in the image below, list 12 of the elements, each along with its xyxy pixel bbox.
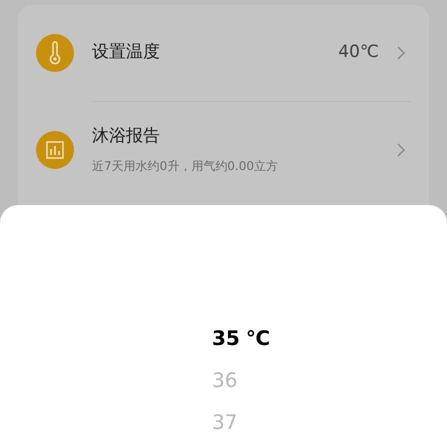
setting-value: 40℃ [338, 41, 379, 64]
setting-title: 沐浴报告 [92, 124, 161, 148]
unit-label: ℃ [246, 325, 270, 352]
setting-title: 设置温度 [92, 41, 160, 64]
settings-row[interactable]: 沐浴报告 近7天用水约0升，用气约0.00立方 [92, 101, 411, 197]
chevron-right-icon [397, 46, 405, 60]
chevron-right-icon [397, 142, 405, 156]
settings-row[interactable]: 设置温度 40℃ [36, 5, 411, 101]
chart-icon [36, 130, 74, 168]
picker-option[interactable]: 35 [212, 317, 240, 359]
setting-subtitle: 近7天用水约0升，用气约0.00立方 [92, 158, 278, 176]
thermometer-icon [36, 34, 74, 72]
